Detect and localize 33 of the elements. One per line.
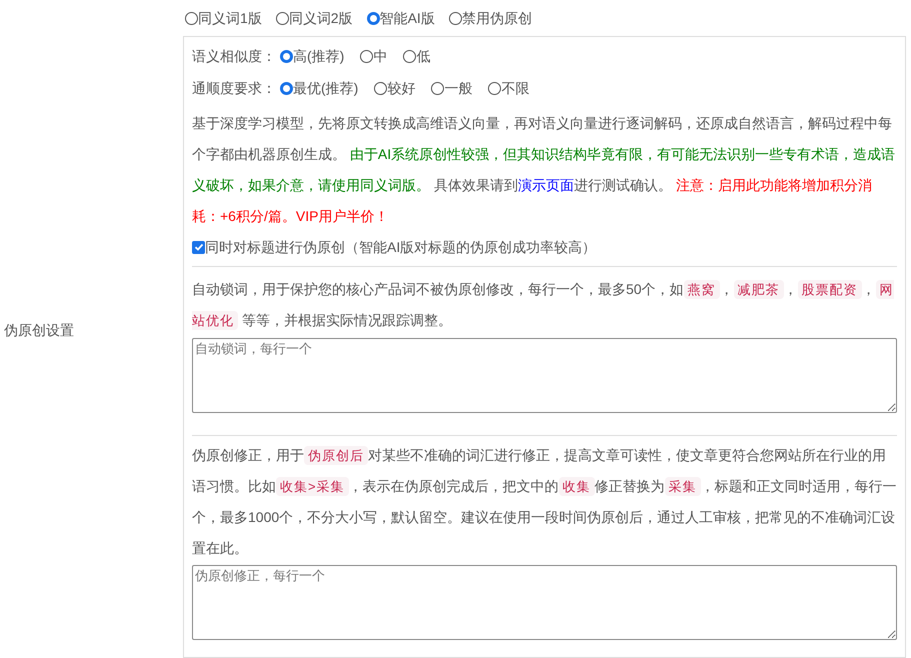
setting-option[interactable]: 一般 [444,78,472,99]
mode-option[interactable]: 智能AI版 [380,8,435,28]
radio-selected[interactable] [366,12,380,24]
radio[interactable] [374,82,388,95]
ai-description: 基于深度学习模型，先将原文转换成高维语义向量，再对语义向量进行逐词解码，还原成自然语言，解码过程中每个字都由机器原创生成。 由于AI系统原创性较强，但其知识结构毕竟有限，有可能无法识别一些专有术语，造成语义破坏，如果介意，请使用同义词版。 具体效果请到演示页面进行测试确认。 注意：启用此功能将增加积分消耗：+6积分/篇。VIP用户半价！ [192,114,896,226]
radio-selected[interactable] [280,50,293,63]
setting-option[interactable]: 中 [373,46,388,67]
radio-selected[interactable] [280,82,293,95]
section-label: 伪原创设置 [4,320,74,340]
lock-words-textarea[interactable]: 自动锁词，每行一个 [192,338,897,413]
mode-option[interactable]: 禁用伪原创 [462,8,532,28]
lock-words-description: 自动锁词，用于保护您的核心产品词不被伪原创修改，每行一个，最多50个，如 燕窝 ， 减肥茶 ， 股票配资 ， 网站优化 等等，并根据实际情况跟踪调整。 [192,279,895,332]
radio[interactable] [360,50,374,63]
correction-description: 伪原创修正，用于 伪原创后 对某些不准确的词汇进行修正，提高文章可读性，使文章更符合您网站所在行业的用语习惯。比如 收集>采集 ，表示在伪原创完成后，把文中的 收集 修正替换为 采集 ，标题和正文同时适用，每行一个，最多1000个，不分大小写，默认留空。建议在使用一段时间伪原创后，通过人工审核，把常见的不准确词汇设置在此。 [192,445,897,558]
radio[interactable] [448,12,462,24]
setting-option[interactable]: 低 [416,46,430,67]
setting-option[interactable]: 较好 [387,78,416,99]
radio[interactable] [403,50,416,63]
title-checkbox[interactable] [192,240,205,254]
setting-label: 语义相似度： [192,47,276,66]
mode-option[interactable]: 同义词2版 [288,8,353,28]
radio[interactable] [276,12,289,24]
title-option-label[interactable]: 同时对标题进行伪原创（智能AI版对标题的伪原创成功率较高） [205,236,596,258]
setting-option[interactable]: 高(推荐) [293,46,344,67]
demo-page-link[interactable]: 演示页面 [518,177,574,193]
setting-option[interactable]: 最优(推荐) [293,78,358,99]
radio[interactable] [185,12,198,24]
radio[interactable] [431,82,444,95]
correction-textarea[interactable]: 伪原创修正，每行一个 [192,565,897,640]
setting-option[interactable]: 不限 [501,78,530,99]
radio[interactable] [488,82,502,95]
mode-option[interactable]: 同义词1版 [198,8,262,28]
setting-label: 通顺度要求： [192,79,276,98]
